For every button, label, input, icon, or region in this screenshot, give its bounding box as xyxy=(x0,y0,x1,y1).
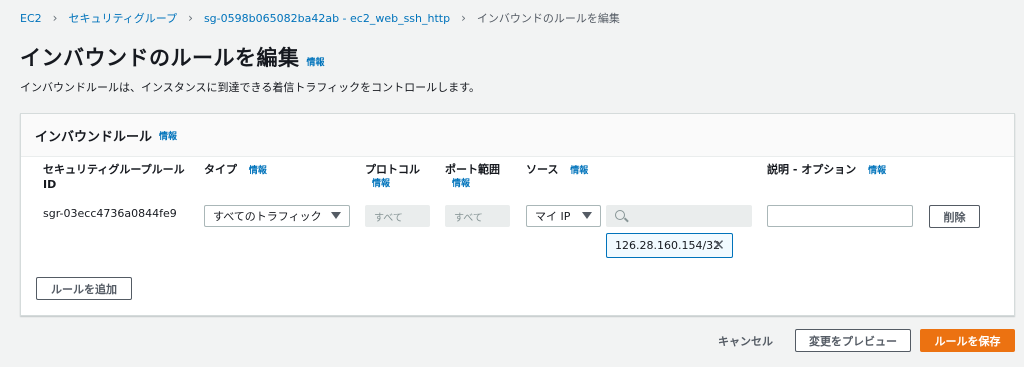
page-info-link[interactable]: 情報 xyxy=(307,55,325,68)
rule-id-value: sgr-03ecc4736a0844fe9 xyxy=(43,207,177,220)
column-rule-id: セキュリティグループルール ID xyxy=(43,162,185,192)
column-port-label: ポート範囲 xyxy=(445,163,500,176)
column-type-info[interactable]: 情報 xyxy=(249,166,267,176)
source-token: 126.28.160.154/32 ✕ xyxy=(606,233,733,258)
panel-header: インバウンドルール 情報 xyxy=(21,114,1014,157)
column-description-label: 説明 - オプション xyxy=(767,163,857,176)
page-description: インバウンドルールは、インスタンスに到達できる着信トラフィックをコントロールしま… xyxy=(20,81,481,94)
breadcrumb: EC2 › セキュリティグループ › sg-0598b065082ba42ab … xyxy=(20,10,620,26)
close-icon[interactable]: ✕ xyxy=(712,238,725,253)
description-input[interactable] xyxy=(767,205,913,227)
column-description: 説明 - オプション 情報 xyxy=(767,162,886,179)
chevron-right-icon: › xyxy=(188,11,193,25)
column-rule-id-line1: セキュリティグループルール xyxy=(43,163,185,176)
column-protocol: プロトコル 情報 xyxy=(365,162,420,192)
column-protocol-info[interactable]: 情報 xyxy=(372,177,420,192)
port-range-field: すべて xyxy=(445,205,510,227)
type-select-value: すべてのトラフィック xyxy=(213,210,322,223)
chevron-right-icon: › xyxy=(461,11,466,25)
panel-info-link[interactable]: 情報 xyxy=(159,129,177,142)
save-rules-button[interactable]: ルールを保存 xyxy=(920,329,1015,352)
column-type-label: タイプ xyxy=(204,163,237,176)
source-type-select[interactable]: マイ IP xyxy=(526,205,601,227)
preview-changes-button[interactable]: 変更をプレビュー xyxy=(795,329,911,352)
panel-title: インバウンドルール xyxy=(35,129,153,145)
breadcrumb-security-groups[interactable]: セキュリティグループ xyxy=(68,10,177,26)
caret-down-icon xyxy=(331,212,341,219)
protocol-field: すべて xyxy=(365,205,430,227)
column-port: ポート範囲 情報 xyxy=(445,162,500,192)
column-source: ソース 情報 xyxy=(526,162,588,179)
column-source-label: ソース xyxy=(526,163,559,176)
column-rule-id-line2: ID xyxy=(43,178,57,191)
source-search-input[interactable] xyxy=(606,205,752,227)
add-rule-button[interactable]: ルールを追加 xyxy=(36,277,132,300)
caret-down-icon xyxy=(582,212,592,219)
source-token-label: 126.28.160.154/32 xyxy=(615,239,721,252)
delete-rule-button[interactable]: 削除 xyxy=(929,205,980,228)
chevron-right-icon: › xyxy=(52,11,58,25)
type-select[interactable]: すべてのトラフィック xyxy=(204,205,350,227)
inbound-rules-panel: インバウンドルール 情報 セキュリティグループルール ID タイプ 情報 プロト… xyxy=(20,113,1015,316)
breadcrumb-current: インバウンドのルールを編集 xyxy=(476,12,620,25)
column-port-info[interactable]: 情報 xyxy=(452,177,500,192)
page-title: インバウンドのルールを編集 xyxy=(20,46,300,70)
column-description-info[interactable]: 情報 xyxy=(868,166,886,176)
page-header: インバウンドのルールを編集 情報 xyxy=(20,42,325,72)
column-type: タイプ 情報 xyxy=(204,162,267,179)
column-source-info[interactable]: 情報 xyxy=(570,166,588,176)
column-protocol-label: プロトコル xyxy=(365,163,420,176)
search-icon xyxy=(615,210,625,220)
breadcrumb-ec2[interactable]: EC2 xyxy=(20,12,42,25)
breadcrumb-security-group[interactable]: sg-0598b065082ba42ab - ec2_web_ssh_http xyxy=(204,12,450,25)
cancel-button[interactable]: キャンセル xyxy=(718,333,773,349)
source-type-value: マイ IP xyxy=(535,210,571,223)
